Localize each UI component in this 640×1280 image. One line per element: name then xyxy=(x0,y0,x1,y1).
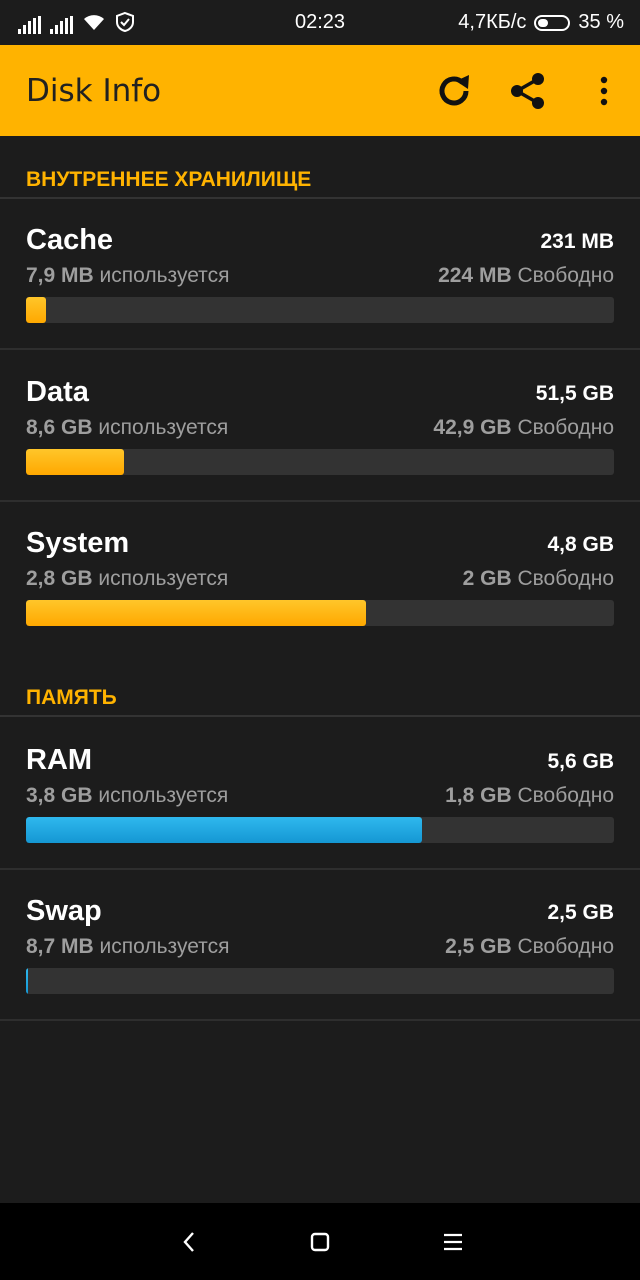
row-divider xyxy=(0,868,640,870)
section-divider xyxy=(0,715,640,717)
storage-name: System xyxy=(26,527,130,559)
row-divider xyxy=(0,348,640,350)
memory-free: 2,5 GB Свободно xyxy=(445,935,614,958)
status-bar: 02:23 4,7КБ/с 35 % xyxy=(0,0,640,45)
row-divider xyxy=(0,500,640,502)
memory-row-ram[interactable]: RAM 5,6 GB 3,8 GB используется 1,8 GB Св… xyxy=(0,720,640,870)
memory-name: RAM xyxy=(26,744,93,776)
storage-free: 42,9 GB Свободно xyxy=(433,416,614,439)
battery-percent: 35 % xyxy=(578,11,624,33)
menu-icon[interactable] xyxy=(436,1225,470,1259)
back-icon[interactable] xyxy=(172,1225,206,1259)
storage-used: 2,8 GB используется xyxy=(26,567,229,590)
storage-row-system[interactable]: System 4,8 GB 2,8 GB используется 2 GB С… xyxy=(0,503,640,653)
more-vert-icon[interactable] xyxy=(580,67,628,115)
app-title: Disk Info xyxy=(26,73,162,109)
network-speed: 4,7КБ/с xyxy=(458,11,527,33)
section-header-internal-storage: ВНУТРЕННЕЕ ХРАНИЛИЩЕ xyxy=(26,168,312,191)
storage-used: 8,6 GB используется xyxy=(26,416,229,439)
usage-bar-fill xyxy=(26,968,29,994)
memory-free: 1,8 GB Свободно xyxy=(445,784,614,807)
navigation-bar xyxy=(0,1203,640,1280)
usage-bar xyxy=(26,817,614,843)
memory-used: 3,8 GB используется xyxy=(26,784,229,807)
storage-used: 7,9 MB используется xyxy=(26,264,230,287)
app-toolbar: Disk Info xyxy=(0,45,640,136)
usage-bar xyxy=(26,968,614,994)
storage-total: 51,5 GB xyxy=(535,382,614,405)
usage-bar-fill xyxy=(26,600,366,626)
section-header-memory: ПАМЯТЬ xyxy=(26,686,117,709)
refresh-icon[interactable] xyxy=(430,67,478,115)
usage-bar-fill xyxy=(26,449,125,475)
storage-row-cache[interactable]: Cache 231 MB 7,9 MB используется 224 MB … xyxy=(0,200,640,350)
memory-name: Swap xyxy=(26,895,102,927)
home-icon[interactable] xyxy=(303,1225,337,1259)
usage-bar-fill xyxy=(26,817,423,843)
battery-icon xyxy=(534,14,571,31)
memory-total: 2,5 GB xyxy=(547,901,614,924)
storage-total: 4,8 GB xyxy=(547,533,614,556)
storage-name: Data xyxy=(26,376,89,408)
usage-bar xyxy=(26,600,614,626)
row-divider xyxy=(0,1019,640,1021)
storage-free: 224 MB Свободно xyxy=(438,264,614,287)
usage-bar xyxy=(26,449,614,475)
storage-row-data[interactable]: Data 51,5 GB 8,6 GB используется 42,9 GB… xyxy=(0,352,640,502)
memory-total: 5,6 GB xyxy=(547,750,614,773)
storage-free: 2 GB Свободно xyxy=(462,567,614,590)
storage-total: 231 MB xyxy=(540,230,614,253)
storage-name: Cache xyxy=(26,224,114,256)
memory-row-swap[interactable]: Swap 2,5 GB 8,7 MB используется 2,5 GB С… xyxy=(0,871,640,1021)
share-icon[interactable] xyxy=(504,67,552,115)
memory-used: 8,7 MB используется xyxy=(26,935,230,958)
usage-bar xyxy=(26,297,614,323)
section-divider xyxy=(0,197,640,199)
usage-bar-fill xyxy=(26,297,46,323)
